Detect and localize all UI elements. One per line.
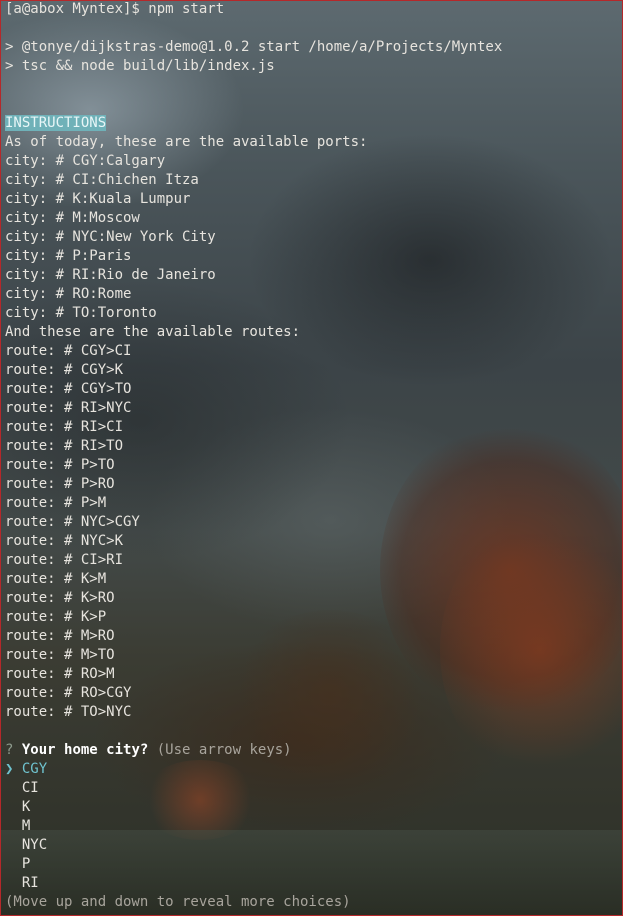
choice-k[interactable]: K — [5, 798, 502, 817]
route-line: route: # RI>CI — [5, 419, 124, 435]
choice-label: P — [21, 856, 31, 872]
question-mark-icon: ? — [5, 742, 14, 758]
routes-intro: And these are the available routes: — [5, 324, 301, 340]
npm-script-line: > @tonye/dijkstras-demo@1.0.2 start /hom… — [5, 39, 503, 55]
city-line: city: # CI:Chichen Itza — [5, 172, 199, 188]
route-line: route: # RI>TO — [5, 438, 124, 454]
route-line: route: # M>TO — [5, 647, 115, 663]
city-line: city: # CGY:Calgary — [5, 153, 166, 169]
scroll-hint: (Move up and down to reveal more choices… — [5, 894, 351, 910]
choice-label: K — [21, 799, 31, 815]
route-line: route: # RO>CGY — [5, 685, 132, 701]
terminal-output[interactable]: [a@abox Myntex]$ npm start > @tonye/dijk… — [5, 0, 502, 912]
choice-label: CGY — [21, 761, 48, 777]
route-line: route: # K>P — [5, 609, 107, 625]
choice-label: CI — [21, 780, 39, 796]
home-city-question: ? Your home city? (Use arrow keys) — [5, 741, 502, 760]
city-line: city: # TO:Toronto — [5, 305, 157, 321]
choice-label: NYC — [21, 837, 48, 853]
pointer-icon: ❯ — [5, 761, 14, 777]
choice-nyc[interactable]: NYC — [5, 836, 502, 855]
route-line: route: # TO>NYC — [5, 704, 132, 720]
choice-p[interactable]: P — [5, 855, 502, 874]
choice-cgy[interactable]: ❯ CGY — [5, 760, 502, 779]
city-line: city: # M:Moscow — [5, 210, 140, 226]
npm-command-line: > tsc && node build/lib/index.js — [5, 58, 275, 74]
route-line: route: # NYC>CGY — [5, 514, 140, 530]
route-line: route: # CI>RI — [5, 552, 124, 568]
route-line: route: # RO>M — [5, 666, 115, 682]
question-text: Your home city? — [21, 742, 149, 758]
route-line: route: # P>RO — [5, 476, 115, 492]
choice-m[interactable]: M — [5, 817, 502, 836]
route-line: route: # M>RO — [5, 628, 115, 644]
choice-label: RI — [21, 875, 39, 891]
route-line: route: # NYC>K — [5, 533, 124, 549]
city-line: city: # P:Paris — [5, 248, 132, 264]
ports-intro: As of today, these are the available por… — [5, 134, 368, 150]
route-line: route: # CGY>TO — [5, 381, 132, 397]
city-line: city: # NYC:New York City — [5, 229, 216, 245]
question-hint: (Use arrow keys) — [156, 742, 292, 758]
route-line: route: # RI>NYC — [5, 400, 132, 416]
choice-ci[interactable]: CI — [5, 779, 502, 798]
instructions-heading-line: INSTRUCTIONS — [5, 114, 502, 133]
route-line: route: # K>RO — [5, 590, 115, 606]
route-line: route: # P>TO — [5, 457, 115, 473]
city-line: city: # RI:Rio de Janeiro — [5, 267, 216, 283]
shell-prompt-line: [a@abox Myntex]$ npm start — [5, 1, 225, 17]
city-line: city: # K:Kuala Lumpur — [5, 191, 191, 207]
route-line: route: # CGY>CI — [5, 343, 132, 359]
instructions-heading: INSTRUCTIONS — [5, 115, 107, 131]
city-line: city: # RO:Rome — [5, 286, 132, 302]
route-line: route: # CGY>K — [5, 362, 124, 378]
choice-ri[interactable]: RI — [5, 874, 502, 893]
route-line: route: # K>M — [5, 571, 107, 587]
choice-label: M — [21, 818, 31, 834]
route-line: route: # P>M — [5, 495, 107, 511]
